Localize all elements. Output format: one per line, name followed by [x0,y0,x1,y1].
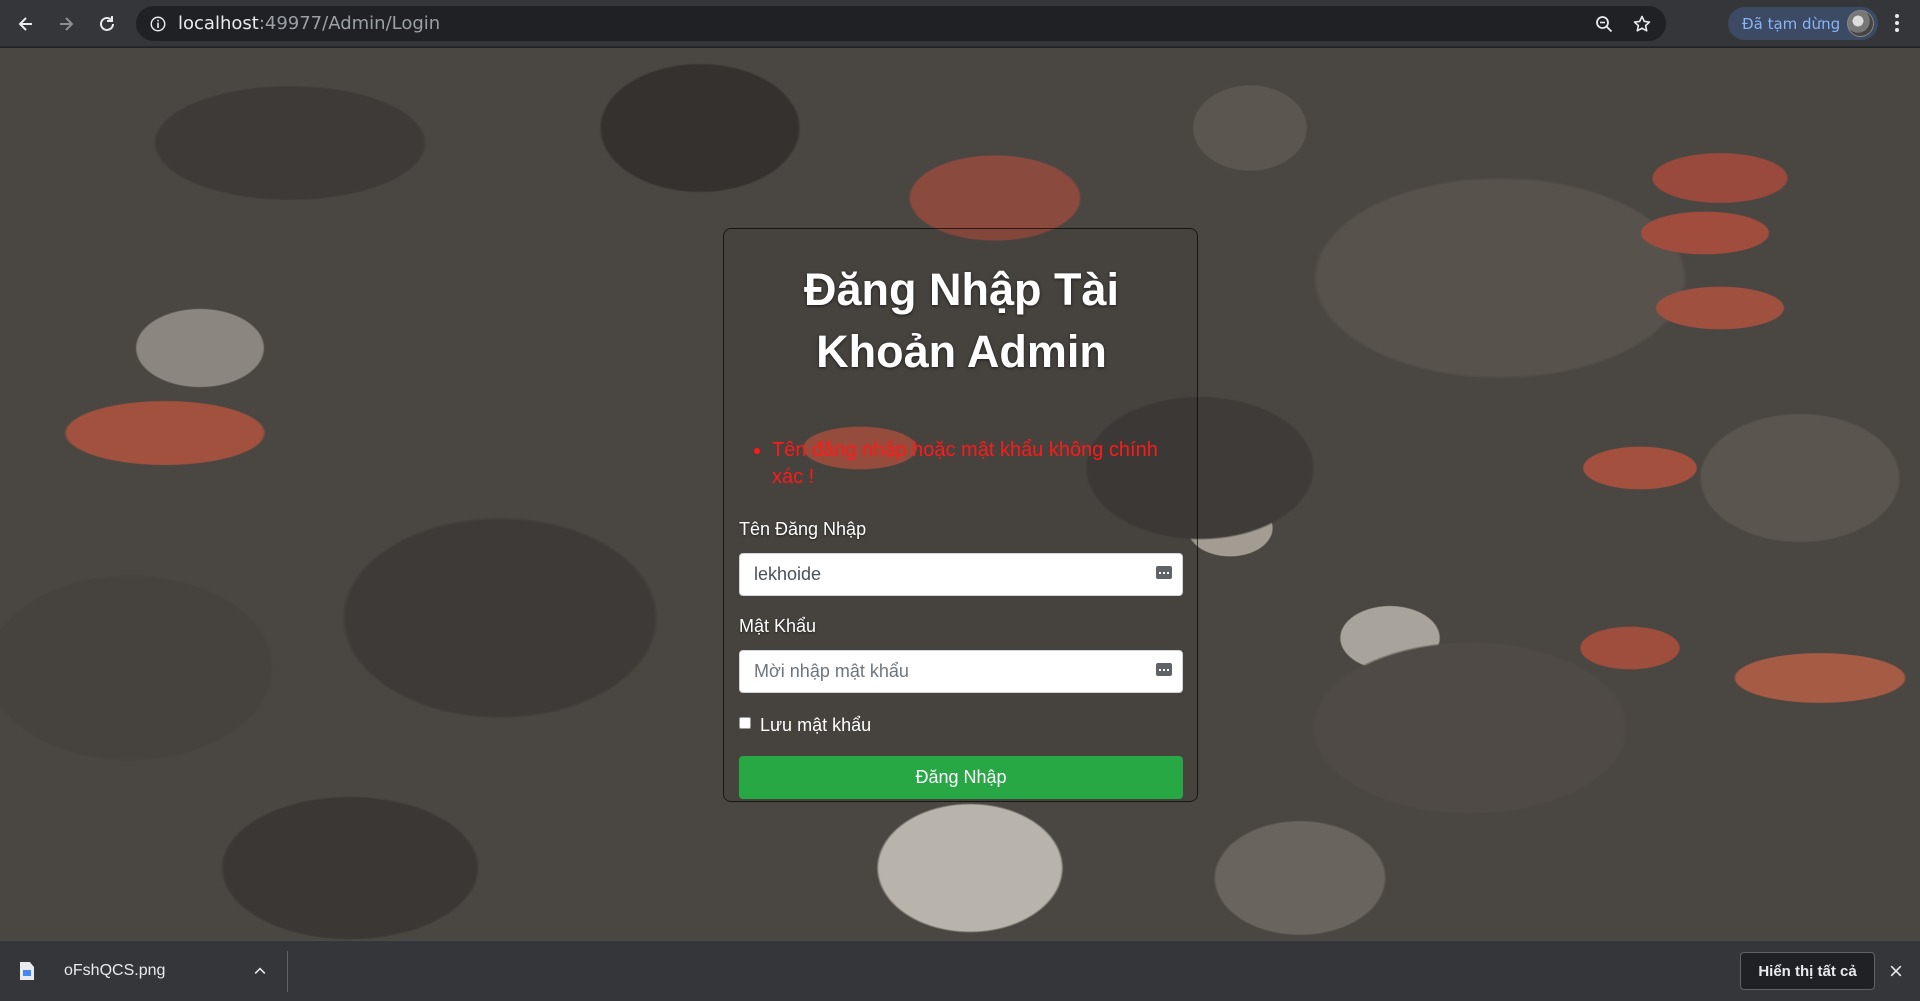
login-button[interactable]: Đăng Nhập [739,756,1183,799]
address-bar[interactable]: localhost:49977/Admin/Login [136,6,1666,41]
password-label: Mật Khẩu [739,616,817,636]
remember-label: Lưu mật khẩu [760,715,872,735]
browser-toolbar: localhost:49977/Admin/Login Đã tạm dừng [0,0,1920,47]
username-label: Tên Đăng Nhập [739,519,867,539]
download-shelf: oFshQCS.png Hiển thị tất cả [0,940,1920,1001]
chevron-up-icon[interactable] [250,961,270,981]
reload-icon [100,16,114,31]
divider [287,951,288,992]
page-title: Đăng Nhập Tài Khoản Admin [803,264,1120,377]
validation-summary: Tên đăng nhập hoặc mật khẩu không chính … [750,437,1170,491]
profile-button[interactable]: Đã tạm dừng [1728,7,1878,40]
download-file-name: oFshQCS.png [64,962,166,979]
password-input[interactable] [740,651,1182,692]
url-path: :49977/Admin/Login [258,13,441,34]
username-field[interactable] [739,553,1183,596]
avatar [1847,10,1874,37]
url-text: localhost:49977/Admin/Login [178,13,440,34]
page-background: Đăng Nhập Tài Khoản Admin Tên đăng nhập … [0,48,1920,940]
download-item[interactable]: oFshQCS.png [20,955,165,987]
back-button[interactable] [6,4,46,44]
password-field[interactable] [739,650,1183,693]
zoom-icon[interactable] [1594,14,1614,34]
image-file-icon [20,962,34,980]
profile-status-label: Đã tạm dừng [1742,14,1841,33]
reload-button[interactable] [87,4,127,44]
url-host: localhost [178,13,259,34]
omnibox-actions [1594,6,1652,41]
arrow-left-icon [18,17,32,31]
error-message: Tên đăng nhập hoặc mật khẩu không chính … [772,437,1170,491]
username-input[interactable] [740,554,1182,595]
bookmark-star-icon[interactable] [1632,14,1652,34]
login-card: Đăng Nhập Tài Khoản Admin Tên đăng nhập … [723,228,1198,802]
password-manager-icon[interactable] [1156,566,1172,579]
show-all-downloads-button[interactable]: Hiển thị tất cả [1740,952,1875,990]
close-icon[interactable] [1886,961,1906,981]
kebab-menu-icon[interactable] [1882,8,1912,38]
remember-checkbox[interactable] [739,716,751,729]
info-icon[interactable] [148,14,168,34]
password-manager-icon[interactable] [1156,663,1172,676]
forward-button[interactable] [46,4,86,44]
remember-password[interactable]: Lưu mật khẩu [739,715,871,736]
arrow-right-icon [60,17,74,31]
